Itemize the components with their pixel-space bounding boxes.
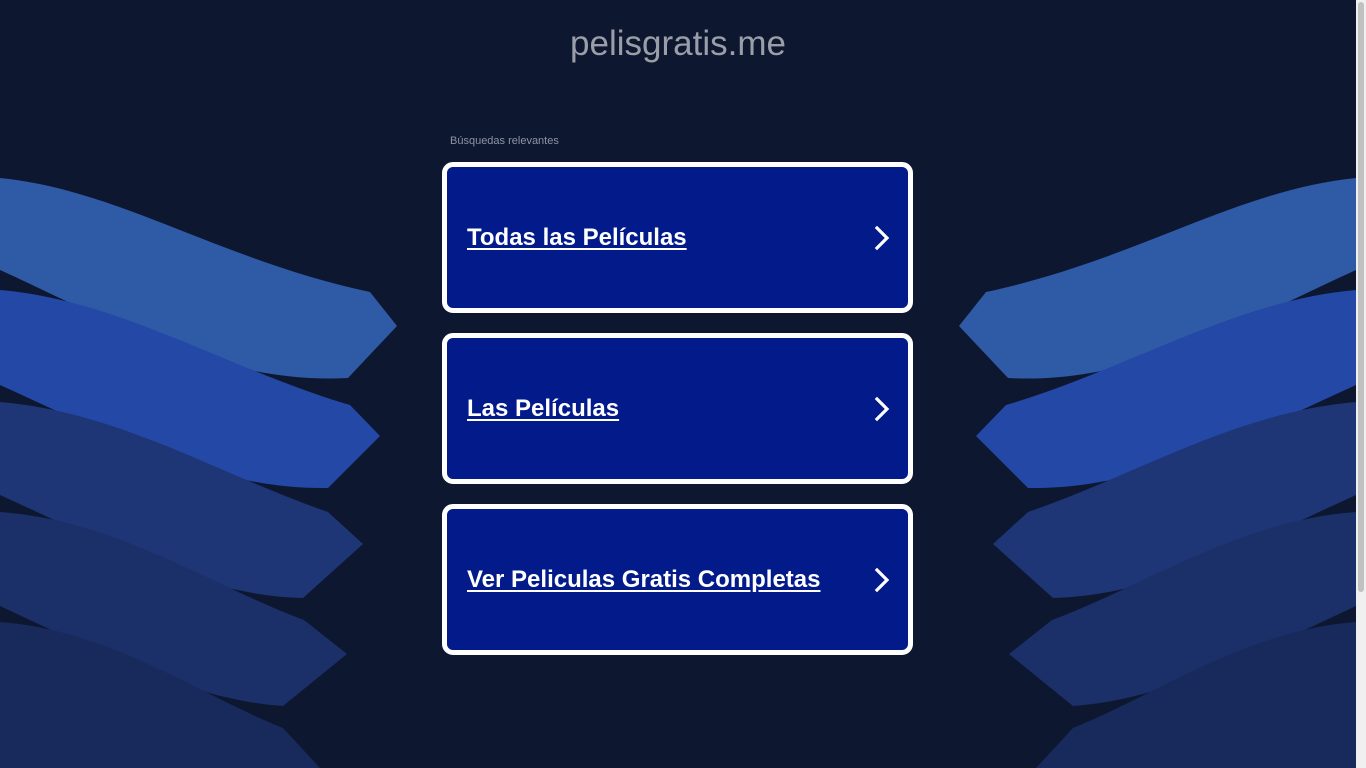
chevron-right-icon <box>874 225 890 250</box>
chevron-right-icon <box>874 567 890 592</box>
related-searches-list: Todas las Películas Las Películas Ver Pe… <box>442 162 913 675</box>
site-title: pelisgratis.me <box>570 24 786 63</box>
related-search-item-todas-las-peliculas[interactable]: Todas las Películas <box>442 162 913 313</box>
landing-page: pelisgratis.me Búsquedas relevantes Toda… <box>0 0 1366 768</box>
related-search-item-las-peliculas[interactable]: Las Películas <box>442 333 913 484</box>
related-search-link[interactable]: Ver Peliculas Gratis Completas <box>467 566 821 594</box>
vertical-scrollbar[interactable] <box>1356 0 1366 768</box>
related-search-link[interactable]: Todas las Películas <box>467 224 687 252</box>
related-search-link[interactable]: Las Películas <box>467 395 619 423</box>
related-search-item-ver-peliculas-gratis-completas[interactable]: Ver Peliculas Gratis Completas <box>442 504 913 655</box>
scrollbar-thumb[interactable] <box>1358 2 1364 592</box>
related-searches-label: Búsquedas relevantes <box>450 135 559 147</box>
chevron-right-icon <box>874 396 890 421</box>
